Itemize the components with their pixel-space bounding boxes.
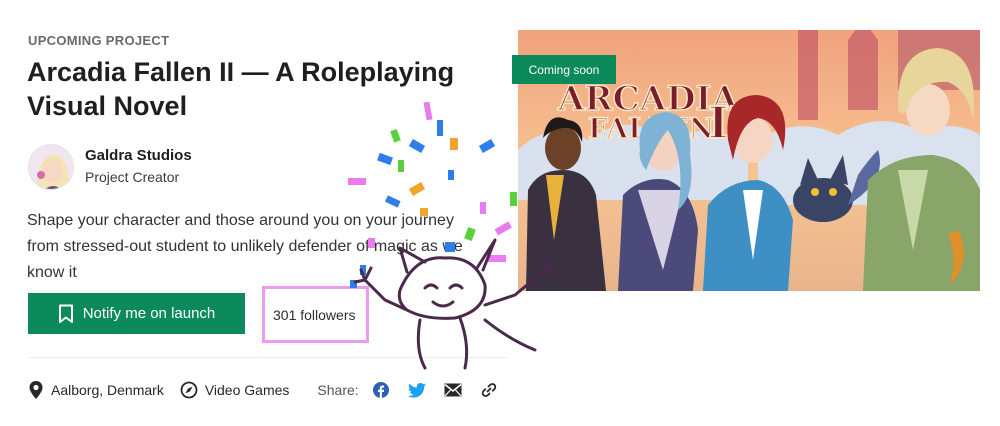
coming-soon-badge: Coming soon [512, 55, 616, 84]
twitter-share-button[interactable] [407, 380, 427, 400]
notify-button[interactable]: Notify me on launch [28, 293, 245, 334]
project-meta: Aalborg, Denmark Video Games Share: [28, 380, 515, 400]
compass-icon [180, 381, 198, 399]
facebook-icon [372, 382, 389, 398]
category-label: Video Games [204, 382, 290, 398]
creator-block[interactable]: Galdra Studios Project Creator [28, 144, 192, 190]
project-description: Shape your character and those around yo… [27, 212, 463, 281]
link-icon [481, 383, 496, 397]
project-title: Arcadia Fallen II — A Roleplaying Visual… [27, 57, 455, 121]
creator-name[interactable]: Galdra Studios [85, 146, 192, 166]
creator-avatar[interactable] [28, 144, 74, 190]
email-icon [444, 383, 462, 397]
location-pin-icon [29, 381, 43, 399]
location-item[interactable]: Aalborg, Denmark [28, 380, 164, 400]
project-eyebrow: UPCOMING PROJECT [28, 33, 170, 48]
category-item[interactable]: Video Games [180, 381, 290, 399]
share-label: Share: [317, 382, 359, 398]
creator-role: Project Creator [85, 169, 180, 185]
copy-link-button[interactable] [479, 380, 499, 400]
facebook-share-button[interactable] [371, 380, 391, 400]
divider [28, 357, 508, 358]
followers-count: 301 followers [262, 286, 369, 343]
email-share-button[interactable] [443, 380, 463, 400]
bookmark-icon [58, 304, 73, 323]
twitter-icon [407, 382, 426, 398]
location-label: Aalborg, Denmark [51, 382, 164, 398]
notify-button-label: Notify me on launch [82, 305, 216, 322]
